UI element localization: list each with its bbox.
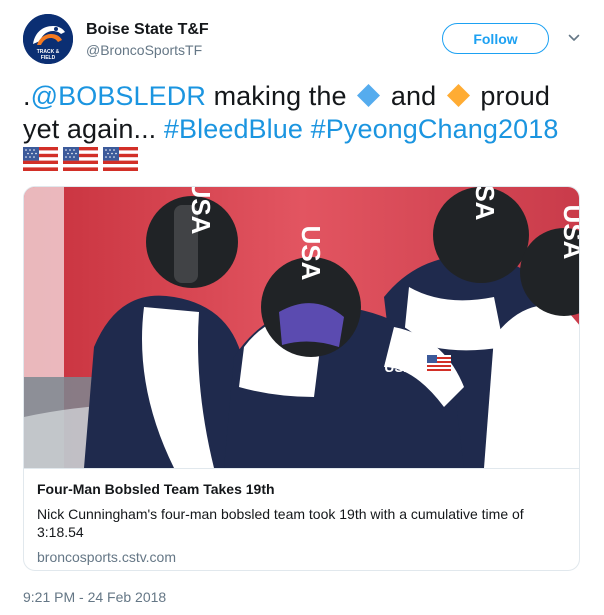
card-domain: broncosports.cstv.com bbox=[37, 549, 177, 565]
us-flag-icon bbox=[63, 147, 98, 171]
link-card[interactable]: USA USA USA USA USA Four-Man Bobsled Tea… bbox=[23, 186, 580, 571]
helmet-text-left: USA bbox=[186, 187, 216, 235]
large-orange-diamond-icon bbox=[446, 84, 470, 107]
account-handle[interactable]: @BroncoSportsTF bbox=[86, 42, 202, 58]
card-body[interactable]: Four-Man Bobsled Team Takes 19th Nick Cu… bbox=[24, 468, 579, 565]
follow-button[interactable]: Follow bbox=[442, 23, 549, 54]
helmet-text-center: USA bbox=[296, 226, 326, 281]
flag-emojis bbox=[23, 147, 138, 171]
mention-link[interactable]: @BOBSLEDR bbox=[31, 81, 206, 111]
avatar[interactable]: TRACK & FIELD bbox=[23, 14, 73, 64]
large-blue-diamond-icon bbox=[357, 84, 381, 107]
us-flag-icon bbox=[103, 147, 138, 171]
suit-text: USA bbox=[384, 359, 414, 375]
tweet-header: TRACK & FIELD Boise State T&F @BroncoSpo… bbox=[23, 14, 588, 66]
helmet-text-far-right: USA bbox=[558, 205, 580, 260]
card-description: Nick Cunningham's four-man bobsled team … bbox=[37, 506, 524, 540]
timestamp[interactable]: 9:21 PM - 24 Feb 2018 bbox=[23, 589, 166, 605]
chevron-down-icon[interactable] bbox=[568, 32, 580, 44]
tweet-text-part-1: making the bbox=[205, 81, 355, 111]
avatar-text: TRACK & FIELD bbox=[36, 49, 60, 61]
tweet-prefix: . bbox=[23, 81, 31, 111]
card-image[interactable]: USA USA USA USA USA bbox=[24, 187, 580, 468]
hashtag-pyeongchang2018[interactable]: #PyeongChang2018 bbox=[311, 114, 559, 144]
tweet-text: .@BOBSLEDR making the and proud yet agai… bbox=[23, 80, 588, 146]
account-name[interactable]: Boise State T&F bbox=[86, 21, 209, 39]
us-flag-icon bbox=[23, 147, 58, 171]
hashtag-bleedblue[interactable]: #BleedBlue bbox=[164, 114, 303, 144]
helmet-text-right: USA bbox=[470, 187, 500, 221]
card-title[interactable]: Four-Man Bobsled Team Takes 19th bbox=[37, 481, 275, 497]
tweet-text-part-2: and bbox=[383, 81, 444, 111]
